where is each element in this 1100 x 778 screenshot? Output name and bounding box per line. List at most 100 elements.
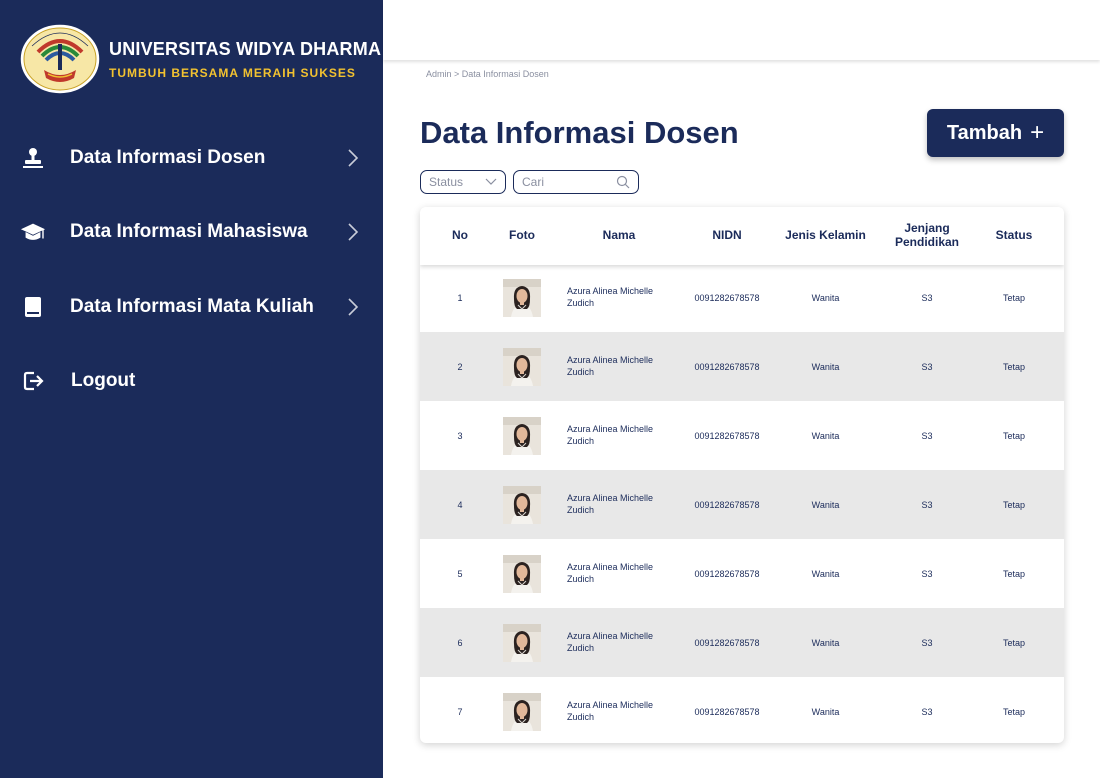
cell-nidn: 0091282678578 (694, 361, 760, 372)
lecturer-photo (500, 332, 544, 401)
search-icon (616, 175, 630, 189)
sidebar: UNIVERSITAS WIDYA DHARMA TUMBUH BERSAMA … (0, 0, 383, 778)
page-title: Data Informasi Dosen (420, 115, 739, 150)
chevron-right-icon (348, 298, 359, 316)
header-foto: Foto (509, 228, 535, 243)
lecturer-photo (500, 677, 544, 743)
cell-nama: Azura Alinea Michelle Zudich (567, 286, 654, 308)
header-nama: Nama (602, 228, 636, 243)
lecturer-icon (20, 145, 46, 171)
search-input[interactable]: Cari (513, 170, 639, 194)
add-button-label: Tambah (946, 121, 1023, 144)
table-row[interactable]: 1 Azura Alinea Michelle Zudich 00912826785… (420, 263, 1064, 332)
table-row[interactable]: 2 Azura Alinea Michelle Zudich 00912826785… (420, 332, 1064, 401)
cell-jenis-kelamin: Wanita (811, 430, 840, 441)
cell-jenjang: S3 (921, 706, 933, 717)
lecturer-photo-image (503, 692, 541, 731)
cell-status: Tetap (1002, 568, 1026, 579)
graduation-cap-icon (20, 219, 46, 245)
search-placeholder: Cari (522, 175, 545, 189)
cell-jenjang: S3 (921, 292, 933, 303)
lecturer-photo (500, 401, 544, 470)
nav-label: Data Informasi Mata Kuliah (70, 296, 314, 317)
chevron-down-icon (485, 178, 497, 185)
nav-item-data-informasi-mahasiswa[interactable]: Data Informasi Mahasiswa (0, 212, 383, 252)
table-row[interactable]: 3 Azura Alinea Michelle Zudich 00912826785… (420, 401, 1064, 470)
brand-title: UNIVERSITAS WIDYA DHARMA (109, 38, 382, 59)
cell-status: Tetap (1002, 499, 1026, 510)
cell-nama: Azura Alinea Michelle Zudich (567, 424, 654, 446)
cell-jenis-kelamin: Wanita (811, 637, 840, 648)
cell-nidn: 0091282678578 (694, 430, 760, 441)
cell-no: 4 (457, 499, 463, 510)
table-header: No Foto Nama NIDN Jenis Kelamin Jenjang … (420, 207, 1064, 265)
table-row[interactable]: 5 Azura Alinea Michelle Zudich 00912826785… (420, 539, 1064, 608)
logout-icon (20, 368, 46, 394)
header-status: Status (995, 228, 1033, 243)
lecturer-photo-image (503, 554, 541, 593)
header-jenjang-pendidikan: Jenjang Pendidikan (894, 221, 959, 249)
cell-no: 1 (457, 292, 463, 303)
table-row[interactable]: 6 Azura Alinea Michelle Zudich 00912826785… (420, 608, 1064, 677)
lecturer-table: No Foto Nama NIDN Jenis Kelamin Jenjang … (420, 207, 1064, 743)
cell-jenjang: S3 (921, 430, 933, 441)
nav-item-logout[interactable]: Logout (0, 361, 383, 401)
book-icon (20, 294, 46, 320)
cell-nama: Azura Alinea Michelle Zudich (567, 700, 654, 722)
cell-jenjang: S3 (921, 361, 933, 372)
table-row[interactable]: 7 Azura Alinea Michelle Zudich 00912826785… (420, 677, 1064, 743)
brand: UNIVERSITAS WIDYA DHARMA TUMBUH BERSAMA … (18, 22, 381, 96)
lecturer-photo (500, 470, 544, 539)
cell-nidn: 0091282678578 (694, 499, 760, 510)
cell-status: Tetap (1002, 637, 1026, 648)
cell-no: 6 (457, 637, 463, 648)
university-logo (19, 23, 101, 95)
status-filter-placeholder: Status (429, 175, 464, 189)
cell-nidn: 0091282678578 (694, 637, 760, 648)
nav-label: Logout (71, 370, 136, 391)
cell-status: Tetap (1002, 361, 1026, 372)
lecturer-photo-image (503, 416, 541, 455)
nav-label: Data Informasi Mahasiswa (70, 221, 308, 242)
cell-nidn: 0091282678578 (694, 292, 760, 303)
header-nidn: NIDN (712, 228, 742, 243)
lecturer-photo-image (503, 485, 541, 524)
cell-status: Tetap (1002, 292, 1026, 303)
cell-status: Tetap (1002, 430, 1026, 441)
cell-no: 2 (457, 361, 463, 372)
table-row[interactable]: 4 Azura Alinea Michelle Zudich 00912826785… (420, 470, 1064, 539)
nav-item-data-informasi-mata-kuliah[interactable]: Data Informasi Mata Kuliah (0, 287, 383, 327)
cell-jenis-kelamin: Wanita (811, 499, 840, 510)
cell-jenis-kelamin: Wanita (811, 706, 840, 717)
cell-jenjang: S3 (921, 637, 933, 648)
lecturer-photo (500, 539, 544, 608)
lecturer-photo (500, 263, 544, 332)
header-no: No (452, 228, 468, 243)
chevron-right-icon (348, 149, 359, 167)
status-filter-select[interactable]: Status (420, 170, 506, 194)
cell-nama: Azura Alinea Michelle Zudich (567, 631, 654, 653)
add-button[interactable]: Tambah + (927, 109, 1064, 157)
cell-nama: Azura Alinea Michelle Zudich (567, 355, 654, 377)
cell-jenjang: S3 (921, 499, 933, 510)
nav-label: Data Informasi Dosen (70, 147, 266, 168)
cell-no: 7 (457, 706, 463, 717)
cell-jenis-kelamin: Wanita (811, 361, 840, 372)
cell-jenis-kelamin: Wanita (811, 568, 840, 579)
brand-subtitle: TUMBUH BERSAMA MERAIH SUKSES (109, 65, 356, 80)
cell-no: 3 (457, 430, 463, 441)
lecturer-photo (500, 608, 544, 677)
breadcrumb[interactable]: Admin > Data Informasi Dosen (426, 69, 549, 79)
header-jenis-kelamin: Jenis Kelamin (785, 228, 866, 243)
cell-nama: Azura Alinea Michelle Zudich (567, 493, 654, 515)
nav-item-data-informasi-dosen[interactable]: Data Informasi Dosen (0, 138, 383, 178)
cell-nama: Azura Alinea Michelle Zudich (567, 562, 654, 584)
lecturer-photo-image (503, 623, 541, 662)
cell-jenis-kelamin: Wanita (811, 292, 840, 303)
chevron-right-icon (348, 223, 359, 241)
cell-nidn: 0091282678578 (694, 706, 760, 717)
cell-status: Tetap (1002, 706, 1026, 717)
cell-nidn: 0091282678578 (694, 568, 760, 579)
lecturer-photo-image (503, 347, 541, 386)
cell-jenjang: S3 (921, 568, 933, 579)
